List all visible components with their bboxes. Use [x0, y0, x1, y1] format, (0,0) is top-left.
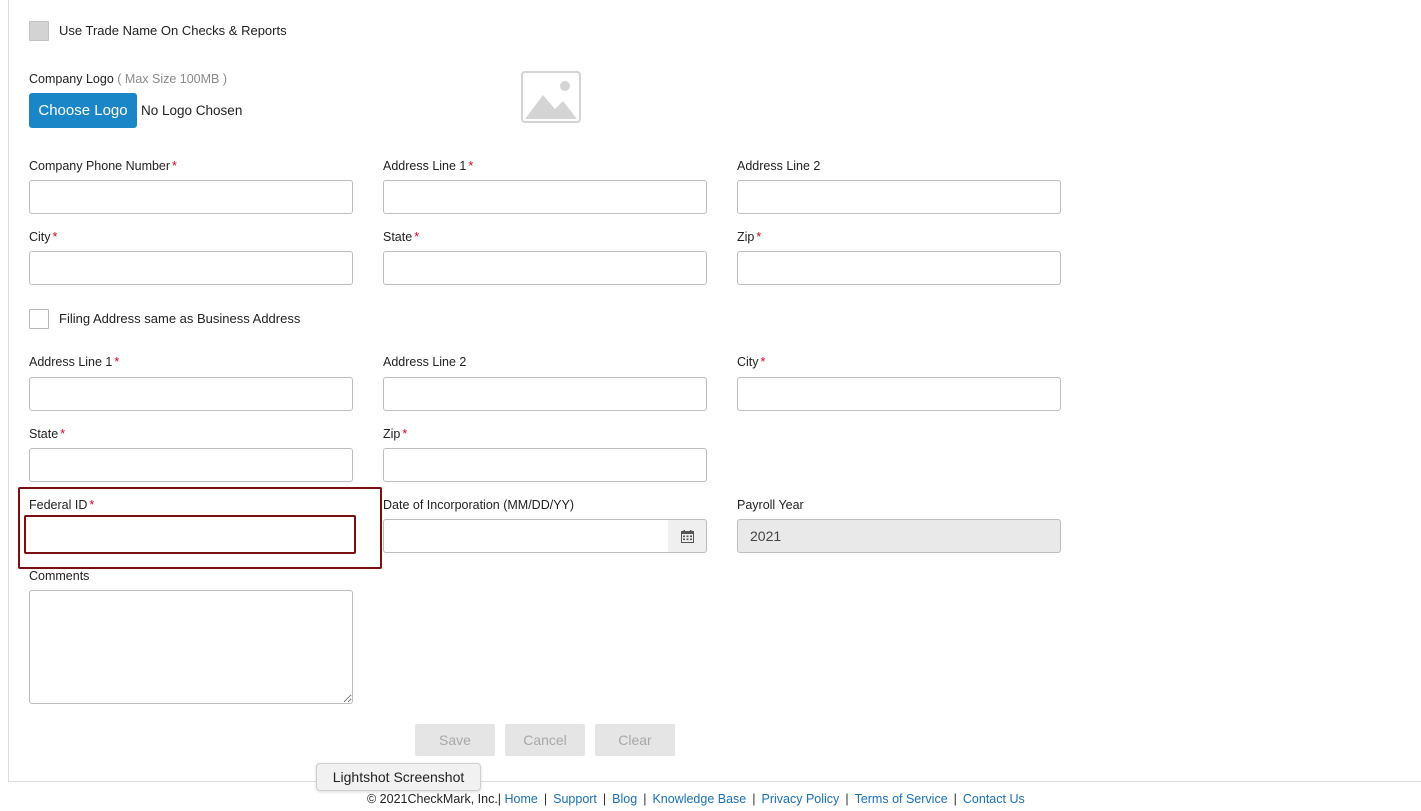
city-label: City * — [29, 230, 58, 244]
logo-status-text: No Logo Chosen — [141, 103, 243, 118]
filing-same-checkbox[interactable] — [29, 309, 49, 329]
company-phone-input[interactable] — [29, 180, 353, 214]
clear-button[interactable]: Clear — [595, 724, 675, 756]
zip-label: Zip * — [737, 230, 762, 244]
filing-zip-label: Zip * — [383, 427, 408, 441]
federal-id-input[interactable] — [24, 515, 356, 554]
footer-link-contact-us[interactable]: Contact Us — [963, 792, 1025, 806]
incorporation-date-label: Date of Incorporation (MM/DD/YY) — [383, 498, 575, 512]
footer-link-support[interactable]: Support — [553, 792, 597, 806]
trade-name-label: Use Trade Name On Checks & Reports — [59, 23, 287, 38]
footer-link-home[interactable]: Home — [505, 792, 538, 806]
address-line2-input[interactable] — [737, 180, 1061, 214]
payroll-year-input — [737, 519, 1061, 553]
cancel-button[interactable]: Cancel — [505, 724, 585, 756]
save-button[interactable]: Save — [415, 724, 495, 756]
filing-address-line2-input[interactable] — [383, 377, 707, 411]
filing-same-label: Filing Address same as Business Address — [59, 311, 301, 326]
zip-input[interactable] — [737, 251, 1061, 285]
state-label: State * — [383, 230, 420, 244]
city-input[interactable] — [29, 251, 353, 285]
federal-id-label: Federal ID * — [29, 498, 95, 512]
lightshot-tooltip: Lightshot Screenshot — [316, 763, 481, 791]
filing-state-label: State * — [29, 427, 66, 441]
filing-address-line1-label: Address Line 1 * — [29, 355, 120, 369]
company-logo-label: Company Logo ( Max Size 100MB ) — [29, 72, 228, 86]
filing-address-line2-label: Address Line 2 — [383, 355, 467, 369]
address-line2-label: Address Line 2 — [737, 159, 821, 173]
filing-state-input[interactable] — [29, 448, 353, 482]
payroll-year-label: Payroll Year — [737, 498, 804, 512]
image-icon — [521, 71, 581, 123]
state-input[interactable] — [383, 251, 707, 285]
filing-address-line1-input[interactable] — [29, 377, 353, 411]
footer: © 2021CheckMark, Inc.| Home | Support | Blog… — [367, 792, 1025, 806]
comments-textarea[interactable] — [29, 590, 353, 704]
footer-link-blog[interactable]: Blog — [612, 792, 637, 806]
content-left-border — [8, 0, 9, 782]
comments-label: Comments — [29, 569, 90, 583]
choose-logo-button[interactable]: Choose Logo — [29, 93, 137, 128]
footer-link-knowledge-base[interactable]: Knowledge Base — [652, 792, 746, 806]
filing-city-label: City * — [737, 355, 766, 369]
content-bottom-border — [8, 781, 1421, 782]
logo-size-hint: ( Max Size 100MB ) — [117, 72, 228, 86]
address-line1-input[interactable] — [383, 180, 707, 214]
footer-link-terms-of-service[interactable]: Terms of Service — [855, 792, 948, 806]
incorporation-date-input[interactable] — [383, 519, 669, 553]
address-line1-label: Address Line 1 * — [383, 159, 474, 173]
footer-link-privacy-policy[interactable]: Privacy Policy — [762, 792, 840, 806]
calendar-icon[interactable] — [668, 519, 707, 553]
filing-zip-input[interactable] — [383, 448, 707, 482]
footer-copyright: © 2021CheckMark, Inc.| — [367, 792, 502, 806]
filing-city-input[interactable] — [737, 377, 1061, 411]
trade-name-checkbox[interactable] — [29, 21, 49, 41]
company-phone-label: Company Phone Number * — [29, 159, 177, 173]
